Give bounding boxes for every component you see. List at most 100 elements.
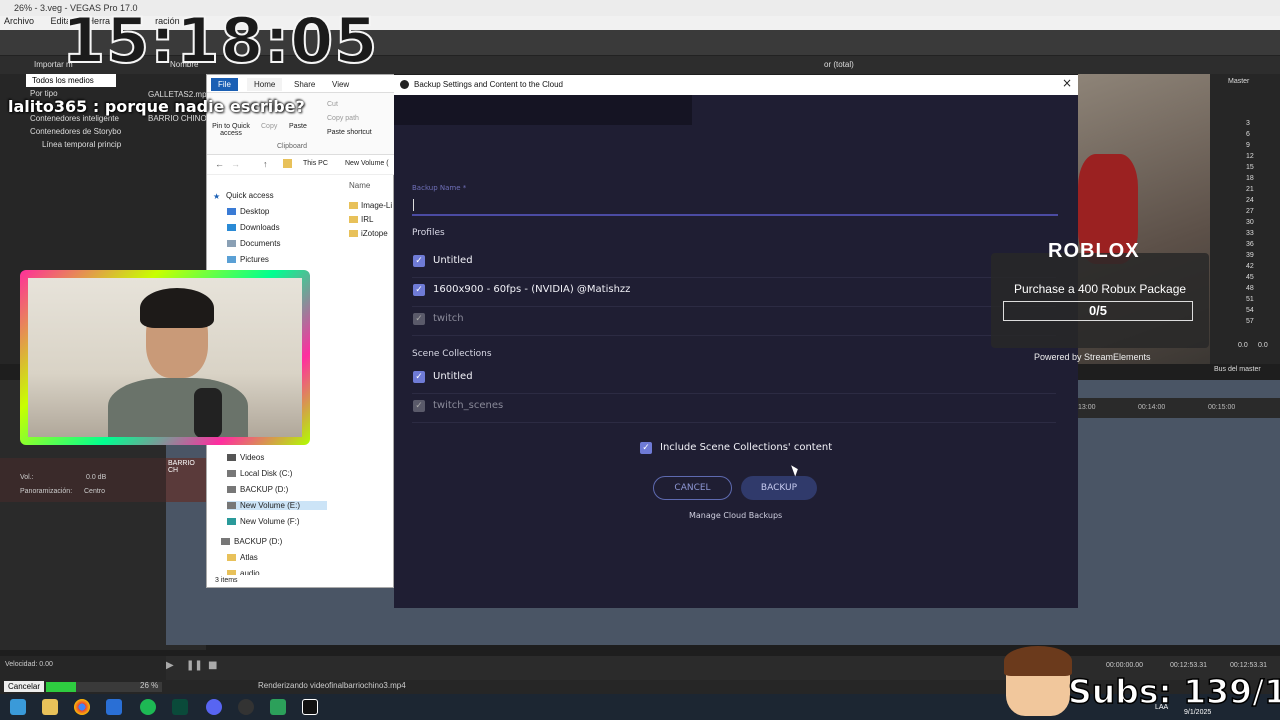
folder-icon bbox=[227, 570, 236, 575]
pin-quick-access-button[interactable]: Pin to Quick access bbox=[211, 123, 251, 137]
document-icon bbox=[227, 240, 236, 248]
audio-clip[interactable]: BARRIO CH bbox=[166, 458, 206, 502]
vegas-icon[interactable] bbox=[172, 699, 188, 715]
capcut-icon[interactable] bbox=[302, 699, 318, 715]
back-arrow-icon[interactable]: ← bbox=[215, 159, 224, 169]
file-explorer-icon[interactable] bbox=[42, 699, 58, 715]
sidebar-item-audio[interactable]: audio bbox=[227, 569, 260, 575]
sidebar-item-local-disk[interactable]: Local Disk (C:) bbox=[227, 469, 292, 478]
mixer-level: 57 bbox=[1246, 318, 1254, 325]
forward-arrow-icon[interactable]: → bbox=[231, 159, 240, 169]
tab-share[interactable]: Share bbox=[287, 78, 322, 91]
profile-row[interactable]: ✓ 1600x900 - 60fps - (NVIDIA) @Matishzz bbox=[412, 278, 1056, 307]
sidebar-item-label: Videos bbox=[240, 453, 265, 462]
menu-archivo[interactable]: Archivo bbox=[4, 16, 34, 26]
profiles-label: Profiles bbox=[412, 228, 445, 238]
include-content-checkbox[interactable]: ✓ bbox=[640, 442, 652, 454]
drive-icon bbox=[227, 518, 236, 526]
profile-label: 1600x900 - 60fps - (NVIDIA) @Matishzz bbox=[433, 284, 631, 295]
file-row[interactable]: iZotope bbox=[349, 229, 388, 238]
checkbox-checked-icon[interactable]: ✓ bbox=[413, 284, 425, 296]
drive-icon bbox=[221, 538, 230, 546]
tab-view[interactable]: View bbox=[325, 78, 356, 91]
checkbox-checked-icon[interactable]: ✓ bbox=[413, 313, 425, 325]
pause-icon[interactable]: ❚❚ bbox=[186, 660, 203, 676]
file-row[interactable]: IRL bbox=[349, 215, 373, 224]
sidebar-item-documents[interactable]: Documents bbox=[227, 239, 280, 248]
file-name: IRL bbox=[361, 215, 374, 224]
checkbox-checked-icon[interactable]: ✓ bbox=[413, 371, 425, 383]
cancel-render-button[interactable]: Cancelar bbox=[4, 681, 45, 692]
media-tree-storyboard[interactable]: Contenedores de Storybo bbox=[0, 125, 206, 138]
copy-button[interactable]: Copy bbox=[261, 123, 277, 130]
mixer-level: 15 bbox=[1246, 164, 1254, 171]
sidebar-item-downloads[interactable]: Downloads bbox=[227, 223, 280, 232]
sidebar-item-label: Local Disk (C:) bbox=[240, 469, 293, 478]
close-icon[interactable]: × bbox=[1059, 76, 1075, 92]
name-column-header[interactable]: Name bbox=[349, 181, 370, 190]
backup-button[interactable]: BACKUP bbox=[741, 476, 817, 500]
play-icon[interactable]: ▶ bbox=[166, 660, 182, 676]
windows-start-icon[interactable] bbox=[10, 699, 26, 715]
sidebar-item-label: Atlas bbox=[240, 553, 258, 562]
mixer-level: 3 bbox=[1246, 120, 1250, 127]
render-text: Renderizando videofinalbarriochino3.mp4 bbox=[258, 681, 406, 690]
cancel-button[interactable]: CANCEL bbox=[653, 476, 732, 500]
explorer-address-bar: ← → ↑ This PC New Volume ( bbox=[207, 155, 395, 175]
chrome-icon[interactable] bbox=[74, 699, 90, 715]
ruler-mark: 00:15:00 bbox=[1208, 404, 1236, 411]
desktop-icon bbox=[227, 208, 236, 216]
mixer-level: 39 bbox=[1246, 252, 1254, 259]
sidebar-item-desktop[interactable]: Desktop bbox=[227, 207, 269, 216]
scene-collection-row[interactable]: ✓ twitch_scenes bbox=[412, 394, 1056, 423]
dialog-titlebar: Backup Settings and Content to the Cloud bbox=[394, 75, 1078, 95]
obs-icon[interactable] bbox=[238, 699, 254, 715]
paste-shortcut-button[interactable]: Paste shortcut bbox=[327, 129, 372, 136]
explorer-file-list: Name Image-Li IRL iZotope bbox=[341, 175, 395, 275]
sidebar-item-backup-d-2[interactable]: BACKUP (D:) bbox=[221, 537, 282, 546]
mixer-level: 21 bbox=[1246, 186, 1254, 193]
profile-row[interactable]: ✓ twitch bbox=[412, 307, 1056, 336]
paste-button[interactable]: Paste bbox=[289, 123, 307, 130]
sidebar-item-label: Quick access bbox=[226, 191, 274, 200]
cut-button[interactable]: Cut bbox=[327, 101, 338, 108]
sidebar-item-new-volume-f[interactable]: New Volume (F:) bbox=[227, 517, 300, 526]
sidebar-item-videos[interactable]: Videos bbox=[227, 453, 264, 462]
sidebar-item-quick-access[interactable]: ★ Quick access bbox=[213, 191, 274, 201]
drive-icon bbox=[227, 470, 236, 478]
spotify-icon[interactable] bbox=[140, 699, 156, 715]
copy-path-button[interactable]: Copy path bbox=[327, 115, 359, 122]
store-icon[interactable] bbox=[106, 699, 122, 715]
mixer-level: 36 bbox=[1246, 241, 1254, 248]
backup-name-input[interactable] bbox=[412, 196, 1058, 216]
stop-icon[interactable]: ■ bbox=[208, 660, 224, 676]
tab-file[interactable]: File bbox=[211, 78, 238, 91]
pictures-icon bbox=[227, 256, 236, 264]
profile-row[interactable]: ✓ Untitled bbox=[412, 249, 1056, 278]
discord-icon[interactable] bbox=[206, 699, 222, 715]
manage-cloud-backups-link[interactable]: Manage Cloud Backups bbox=[689, 511, 782, 520]
volume-value[interactable]: 0.0 dB bbox=[86, 474, 106, 481]
sidebar-item-label: Downloads bbox=[240, 223, 280, 232]
tab-home[interactable]: Home bbox=[247, 78, 283, 91]
checkbox-checked-icon[interactable]: ✓ bbox=[413, 255, 425, 267]
roblox-logo: ROBLOX bbox=[1048, 240, 1140, 262]
sidebar-item-pictures[interactable]: Pictures bbox=[227, 255, 269, 264]
file-row[interactable]: Image-Li bbox=[349, 201, 392, 210]
folder-app-icon[interactable] bbox=[270, 699, 286, 715]
roblox-goal-widget: Purchase a 400 Robux Package 0/5 bbox=[991, 253, 1209, 348]
sidebar-item-backup-d[interactable]: BACKUP (D:) bbox=[227, 485, 288, 494]
include-content-label[interactable]: Include Scene Collections' content bbox=[660, 442, 832, 453]
scene-collection-row[interactable]: ✓ Untitled bbox=[412, 365, 1056, 394]
pan-value[interactable]: Centro bbox=[84, 488, 105, 495]
breadcrumb-this-pc[interactable]: This PC bbox=[303, 160, 328, 167]
checkbox-checked-icon[interactable]: ✓ bbox=[413, 400, 425, 412]
backup-dialog: Backup Settings and Content to the Cloud… bbox=[394, 75, 1078, 608]
sidebar-item-atlas[interactable]: Atlas bbox=[227, 553, 258, 562]
up-arrow-icon[interactable]: ↑ bbox=[263, 159, 268, 169]
sidebar-item-new-volume-e[interactable]: New Volume (E:) bbox=[227, 501, 327, 510]
breadcrumb-volume[interactable]: New Volume ( bbox=[345, 160, 389, 167]
media-tree-timeline[interactable]: Línea temporal princip bbox=[0, 138, 206, 151]
microphone-icon bbox=[194, 388, 222, 437]
sidebar-item-label: New Volume (F:) bbox=[240, 517, 300, 526]
